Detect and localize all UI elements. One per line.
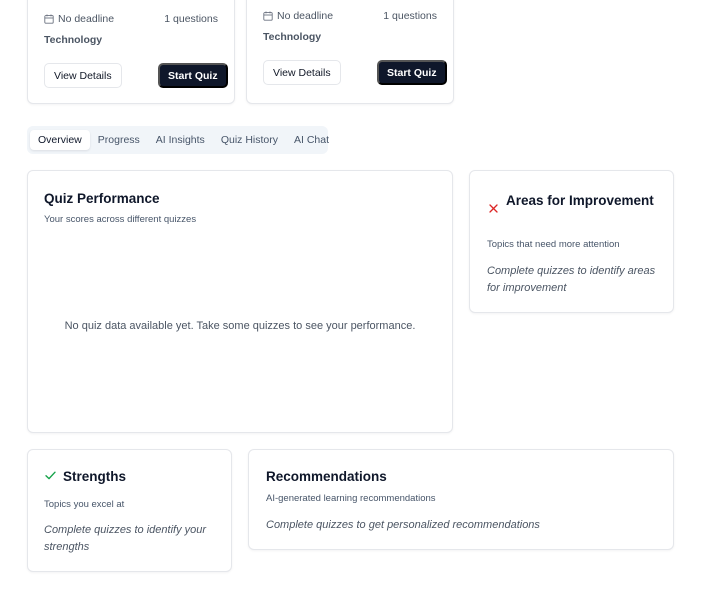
start-quiz-button[interactable]: Start Quiz bbox=[377, 60, 447, 85]
card-subtitle: Topics you excel at bbox=[44, 499, 125, 510]
areas-for-improvement-card: Areas for Improvement Topics that need m… bbox=[469, 170, 674, 313]
strengths-card: Strengths Topics you excel at Complete q… bbox=[27, 449, 232, 572]
card-title: Recommendations bbox=[266, 469, 387, 484]
calendar-icon bbox=[263, 11, 273, 21]
card-title: Strengths bbox=[63, 469, 127, 484]
view-details-button[interactable]: View Details bbox=[44, 63, 122, 88]
quiz-card-meta: No deadline 1 questions bbox=[263, 10, 437, 22]
deadline-label: No deadline bbox=[58, 13, 115, 25]
card-title: Quiz Performance bbox=[44, 191, 160, 206]
quiz-performance-card: Quiz Performance Your scores across diff… bbox=[27, 170, 453, 433]
card-title: Areas for Improvement bbox=[506, 193, 654, 208]
question-count: 1 questions bbox=[383, 10, 437, 22]
quiz-card: No deadline 1 questions Technology View … bbox=[246, 0, 454, 104]
calendar-icon bbox=[44, 14, 54, 24]
recommendations-card: Recommendations AI-generated learning re… bbox=[248, 449, 674, 550]
deadline-label: No deadline bbox=[277, 10, 334, 22]
empty-state-message: No quiz data available yet. Take some qu… bbox=[64, 320, 416, 332]
check-icon bbox=[45, 471, 56, 480]
tab-progress[interactable]: Progress bbox=[90, 130, 148, 150]
dashboard-tabs: Overview Progress AI Insights Quiz Histo… bbox=[27, 126, 329, 154]
tab-ai-insights[interactable]: AI Insights bbox=[148, 130, 213, 150]
deadline: No deadline bbox=[44, 13, 114, 25]
empty-state-message: Complete quizzes to get personalized rec… bbox=[266, 519, 540, 531]
tab-ai-chat[interactable]: AI Chat bbox=[286, 130, 337, 150]
question-count: 1 questions bbox=[164, 13, 218, 25]
card-subtitle: AI-generated learning recommendations bbox=[266, 493, 436, 504]
view-details-button[interactable]: View Details bbox=[263, 60, 341, 85]
card-subtitle: Topics that need more attention bbox=[487, 239, 620, 250]
card-subtitle: Your scores across different quizzes bbox=[44, 214, 197, 225]
tab-overview[interactable]: Overview bbox=[30, 130, 90, 150]
empty-state-message: Complete quizzes to identify areas for i… bbox=[487, 265, 656, 294]
quiz-card-meta: No deadline 1 questions bbox=[44, 13, 218, 25]
quiz-card: No deadline 1 questions Technology View … bbox=[27, 0, 235, 104]
x-icon bbox=[489, 204, 498, 213]
quiz-category: Technology bbox=[263, 31, 322, 43]
tab-quiz-history[interactable]: Quiz History bbox=[213, 130, 286, 150]
deadline: No deadline bbox=[263, 10, 333, 22]
start-quiz-button[interactable]: Start Quiz bbox=[158, 63, 228, 88]
empty-state-message: Complete quizzes to identify your streng… bbox=[44, 524, 207, 553]
quiz-category: Technology bbox=[44, 34, 103, 46]
